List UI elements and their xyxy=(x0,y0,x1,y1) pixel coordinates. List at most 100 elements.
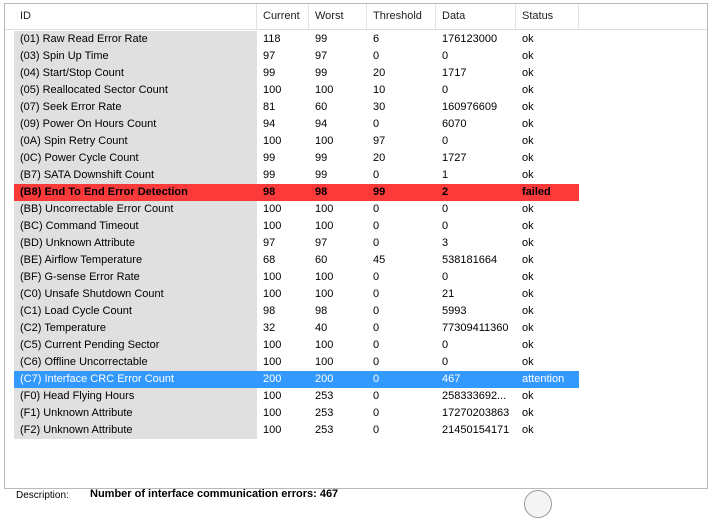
table-row[interactable]: (07) Seek Error Rate 81 60 30 160976609 ok xyxy=(5,99,707,116)
worst-value-cell: 253 xyxy=(315,424,334,436)
worst-value-cell: 97 xyxy=(315,50,328,62)
current-value-cell: 100 xyxy=(263,339,282,351)
current-value-cell: 100 xyxy=(263,84,282,96)
status-cell: ok xyxy=(522,67,534,79)
threshold-value-cell: 6 xyxy=(373,33,380,45)
attribute-name-cell: (F2) Unknown Attribute xyxy=(14,422,257,439)
worst-value-cell: 60 xyxy=(315,254,328,266)
table-row[interactable]: (03) Spin Up Time 97 97 0 0 ok xyxy=(5,48,707,65)
table-row[interactable]: (C0) Unsafe Shutdown Count 100 100 0 21 ok xyxy=(5,286,707,303)
table-row[interactable]: (C5) Current Pending Sector 100 100 0 0 ok xyxy=(5,337,707,354)
raw-data-cell: 6070 xyxy=(442,118,467,130)
current-value-cell: 99 xyxy=(263,169,276,181)
worst-value-cell: 100 xyxy=(315,339,334,351)
raw-data-cell: 258333692... xyxy=(442,390,507,402)
worst-value-cell: 100 xyxy=(315,203,334,215)
worst-value-cell: 100 xyxy=(315,84,334,96)
table-row[interactable]: (F0) Head Flying Hours 100 253 0 258333692..… xyxy=(5,388,707,405)
threshold-value-cell: 0 xyxy=(373,118,380,130)
attribute-name-cell: (09) Power On Hours Count xyxy=(14,116,257,133)
table-row[interactable]: (BD) Unknown Attribute 97 97 0 3 ok xyxy=(5,235,707,252)
table-row[interactable]: (F1) Unknown Attribute 100 253 0 17270203863… xyxy=(5,405,707,422)
column-header-status[interactable]: Status xyxy=(516,4,579,29)
attribute-table-body: (01) Raw Read Error Rate 118 99 6 176123000 o… xyxy=(5,31,707,439)
status-cell: ok xyxy=(522,101,534,113)
worst-value-cell: 100 xyxy=(315,220,334,232)
column-header-current[interactable]: Current xyxy=(257,4,309,29)
current-value-cell: 100 xyxy=(263,203,282,215)
status-cell: ok xyxy=(522,84,534,96)
table-row[interactable]: (01) Raw Read Error Rate 118 99 6 176123000 o… xyxy=(5,31,707,48)
current-value-cell: 99 xyxy=(263,67,276,79)
table-row[interactable]: (F2) Unknown Attribute 100 253 0 21450154171… xyxy=(5,422,707,439)
current-value-cell: 32 xyxy=(263,322,276,334)
worst-value-cell: 60 xyxy=(315,101,328,113)
column-header-id[interactable]: ID xyxy=(14,4,257,29)
table-row[interactable]: (05) Reallocated Sector Count 100 100 10 0 ok xyxy=(5,82,707,99)
table-row[interactable]: (BF) G-sense Error Rate 100 100 0 0 ok xyxy=(5,269,707,286)
current-value-cell: 98 xyxy=(263,305,276,317)
table-row[interactable]: (B7) SATA Downshift Count 99 99 0 1 ok xyxy=(5,167,707,184)
smart-attributes-panel: ID Current Worst Threshold Data Status (… xyxy=(4,3,708,489)
attribute-name-cell: (C1) Load Cycle Count xyxy=(14,303,257,320)
raw-data-cell: 1727 xyxy=(442,152,467,164)
worst-value-cell: 253 xyxy=(315,390,334,402)
status-cell: failed xyxy=(516,184,579,201)
attribute-name-cell: (B7) SATA Downshift Count xyxy=(14,167,257,184)
status-cell: ok xyxy=(522,33,534,45)
attribute-name-cell: (F1) Unknown Attribute xyxy=(14,405,257,422)
column-header-data[interactable]: Data xyxy=(436,4,516,29)
raw-data-cell: 0 xyxy=(442,271,449,283)
attribute-name-cell: (BB) Uncorrectable Error Count xyxy=(14,201,257,218)
raw-data-cell: 538181664 xyxy=(442,254,498,266)
worst-value-cell: 100 xyxy=(315,135,334,147)
table-row[interactable]: (09) Power On Hours Count 94 94 0 6070 ok xyxy=(5,116,707,133)
raw-data-cell: 3 xyxy=(442,237,449,249)
table-row[interactable]: (BC) Command Timeout 100 100 0 0 ok xyxy=(5,218,707,235)
threshold-value-cell: 10 xyxy=(373,84,386,96)
threshold-value-cell: 0 xyxy=(373,424,380,436)
status-cell: ok xyxy=(522,407,534,419)
table-row[interactable]: (04) Start/Stop Count 99 99 20 1717 ok xyxy=(5,65,707,82)
status-cell: ok xyxy=(522,288,534,300)
worst-value-cell: 98 xyxy=(315,305,328,317)
current-value-cell: 100 xyxy=(263,135,282,147)
attribute-name-cell: (BD) Unknown Attribute xyxy=(14,235,257,252)
threshold-value-cell: 0 xyxy=(373,220,380,232)
column-header-threshold[interactable]: Threshold xyxy=(367,4,436,29)
attribute-name-cell: (03) Spin Up Time xyxy=(14,48,257,65)
status-cell: ok xyxy=(522,305,534,317)
attribute-name-cell: (C0) Unsafe Shutdown Count xyxy=(14,286,257,303)
table-row[interactable]: (0A) Spin Retry Count 100 100 97 0 ok xyxy=(5,133,707,150)
table-row[interactable]: (BB) Uncorrectable Error Count 100 100 0 0 ok xyxy=(5,201,707,218)
worst-value-cell: 94 xyxy=(315,118,328,130)
attribute-name-cell: (C6) Offline Uncorrectable xyxy=(14,354,257,371)
table-row[interactable]: (BE) Airflow Temperature 68 60 45 538181664 o… xyxy=(5,252,707,269)
status-cell: ok xyxy=(522,339,534,351)
attribute-name-cell: (05) Reallocated Sector Count xyxy=(14,82,257,99)
threshold-value-cell: 0 xyxy=(373,203,380,215)
table-row[interactable]: (C2) Temperature 32 40 0 77309411360 ok xyxy=(5,320,707,337)
raw-data-cell: 21 xyxy=(442,288,455,300)
attribute-name-cell: (0A) Spin Retry Count xyxy=(14,133,257,150)
raw-data-cell: 1 xyxy=(442,169,449,181)
table-row[interactable]: (B8) End To End Error Detection 98 98 99 2 fa… xyxy=(5,184,707,201)
status-cell: ok xyxy=(522,152,534,164)
worst-value-cell: 99 xyxy=(315,169,328,181)
attribute-name-cell: (01) Raw Read Error Rate xyxy=(14,31,257,48)
raw-data-cell: 77309411360 xyxy=(442,322,509,334)
table-row[interactable]: (C7) Interface CRC Error Count 200 200 0 467… xyxy=(5,371,707,388)
raw-data-cell: 0 xyxy=(442,84,449,96)
worst-value-cell: 100 xyxy=(315,288,334,300)
threshold-value-cell: 0 xyxy=(373,390,380,402)
current-value-cell: 100 xyxy=(263,424,282,436)
round-button[interactable] xyxy=(524,490,552,518)
table-row[interactable]: (C6) Offline Uncorrectable 100 100 0 0 ok xyxy=(5,354,707,371)
column-header-worst[interactable]: Worst xyxy=(309,4,367,29)
current-value-cell: 81 xyxy=(263,101,276,113)
table-row[interactable]: (0C) Power Cycle Count 99 99 20 1727 ok xyxy=(5,150,707,167)
table-row[interactable]: (C1) Load Cycle Count 98 98 0 5993 ok xyxy=(5,303,707,320)
attribute-name-cell: (07) Seek Error Rate xyxy=(14,99,257,116)
current-value-cell: 98 xyxy=(257,184,309,201)
status-cell: ok xyxy=(522,271,534,283)
